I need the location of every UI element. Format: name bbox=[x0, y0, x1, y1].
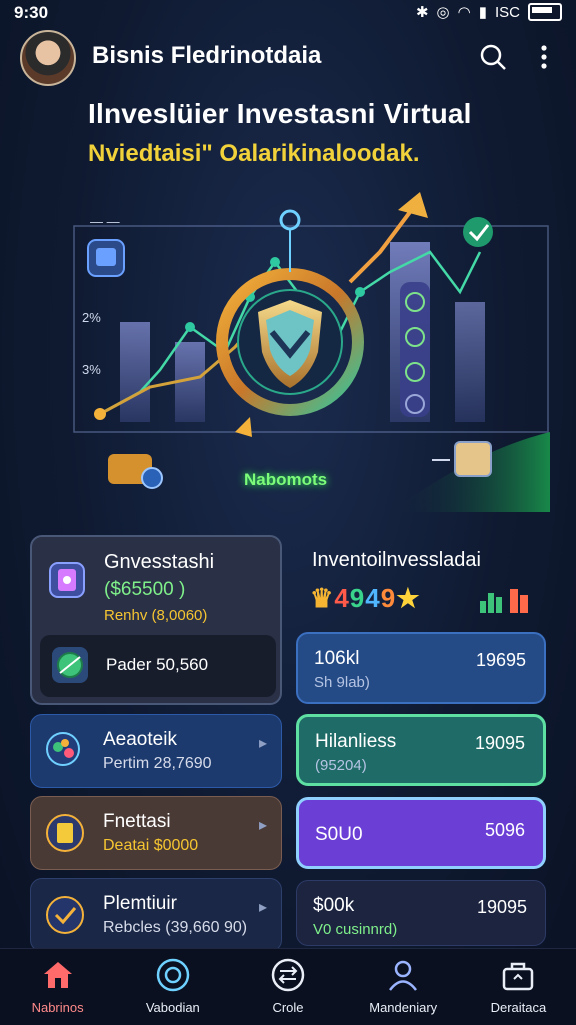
summary-inner-row[interactable]: Pader 50,560 bbox=[40, 635, 276, 697]
hero-tick-top: — — bbox=[90, 214, 120, 229]
asset-card-1-sub: Pertim 28,7690 bbox=[103, 755, 212, 772]
nav-label-exchange: Crole bbox=[272, 1000, 304, 1015]
bottom-nav: Nabrinos Vabodian Crole Mandeniary Derai… bbox=[0, 948, 576, 1025]
nav-item-target[interactable]: Vabodian bbox=[115, 949, 230, 1025]
hero-illustration: — — 2% 3% Nabomots bbox=[60, 192, 550, 512]
asset-card-1[interactable]: Aeaoteik Pertim 28,7690 ▸ bbox=[30, 714, 282, 788]
summary-sub: Renhv (8,0060) bbox=[104, 607, 208, 624]
portfolio-header: Inventoilnvessladai ♛4949★ bbox=[296, 535, 556, 625]
signal-text: ISC bbox=[494, 3, 520, 21]
chevron-right-icon: ▸ bbox=[258, 735, 267, 752]
investment-summary-card[interactable]: Gnvesstashi ($65500 ) Renhv (8,0060) Pad… bbox=[30, 535, 282, 705]
asset-card-2[interactable]: Fnettasi Deatai $0000 ▸ bbox=[30, 796, 282, 870]
holding-card-1-sub: Sh 9lab) bbox=[314, 674, 370, 691]
holding-card-3[interactable]: S0U0 5096 bbox=[296, 797, 546, 869]
hero-label: Nabomots bbox=[244, 470, 328, 489]
signal-icon: ▮ bbox=[478, 4, 487, 21]
chevron-right-icon: ▸ bbox=[258, 817, 267, 834]
star-icon: ★ bbox=[396, 583, 421, 613]
avatar[interactable] bbox=[20, 30, 76, 86]
alarm-icon: ◎ bbox=[436, 4, 450, 21]
person-icon bbox=[389, 960, 418, 991]
status-bar: 9:30 ✱ ◎ ◠ ▮ ISC bbox=[0, 0, 576, 26]
globe-icon bbox=[50, 645, 90, 685]
holding-card-4[interactable]: $00k V0 cusinnrd) 19095 bbox=[296, 880, 546, 946]
app-title: Bisnis Fledrinotdaia bbox=[92, 42, 322, 69]
nav-item-home[interactable]: Nabrinos bbox=[0, 949, 115, 1025]
holding-card-4-title: $00k bbox=[313, 895, 355, 916]
briefcase-icon bbox=[503, 962, 534, 991]
nav-label-home: Nabrinos bbox=[31, 1000, 84, 1015]
search-icon bbox=[480, 44, 506, 70]
asset-card-3-sub: Rebcles (39,660 90) bbox=[103, 919, 248, 936]
home-icon bbox=[43, 962, 72, 988]
bluetooth-icon: ✱ bbox=[415, 4, 429, 21]
page-headline: Ilnveslüier Investasni Virtual bbox=[88, 98, 472, 129]
asset-card-2-title: Fnettasi bbox=[103, 811, 171, 832]
holding-card-3-title: S0U0 bbox=[315, 824, 363, 845]
more-vertical-icon bbox=[541, 45, 547, 69]
trophy-icon: ♛ bbox=[310, 583, 335, 613]
battery-icon bbox=[528, 3, 562, 21]
hero-graphic bbox=[73, 192, 550, 512]
hero-tick-1: 2% bbox=[82, 310, 101, 325]
portfolio-code: ♛4949★ bbox=[310, 583, 421, 613]
wifi-icon: ◠ bbox=[457, 4, 471, 21]
check-badge-icon bbox=[43, 893, 87, 937]
nav-item-profile[interactable]: Mandeniary bbox=[346, 949, 461, 1025]
nav-label-briefcase: Deraitaca bbox=[490, 1000, 547, 1015]
asset-card-1-title: Aeaoteik bbox=[103, 729, 177, 750]
status-icons: ✱ ◎ ◠ ▮ ISC bbox=[416, 3, 562, 21]
holding-card-1-title: 106kl bbox=[314, 648, 360, 669]
nav-item-exchange[interactable]: Crole bbox=[230, 949, 345, 1025]
status-time: 9:30 bbox=[14, 3, 49, 22]
summary-amount: ($65500 ) bbox=[104, 579, 186, 600]
summary-inner-text: Pader 50,560 bbox=[106, 655, 209, 674]
holding-card-2[interactable]: Hilanliess (95204) 19095 bbox=[296, 714, 546, 786]
hero-tick-2: 3% bbox=[82, 362, 101, 377]
portfolio-title: Inventoilnvessladai bbox=[312, 549, 481, 571]
exchange-icon bbox=[271, 958, 305, 992]
holding-card-1-value: 19695 bbox=[475, 650, 526, 670]
holding-card-3-value: 5096 bbox=[484, 820, 525, 840]
asset-card-3-title: Plemtiuir bbox=[103, 893, 177, 914]
document-icon bbox=[43, 811, 87, 855]
holding-card-2-title: Hilanliess bbox=[315, 731, 397, 752]
nav-item-briefcase[interactable]: Deraitaca bbox=[461, 949, 576, 1025]
asset-card-3[interactable]: Plemtiuir Rebcles (39,660 90) ▸ bbox=[30, 878, 282, 952]
chevron-right-icon: ▸ bbox=[258, 899, 267, 916]
holding-card-4-sub: V0 cusinnrd) bbox=[313, 921, 398, 938]
holding-card-2-sub: (95204) bbox=[315, 757, 367, 774]
page-subheadline: Nviedtaisi" Oalarikinaloodak. bbox=[88, 140, 420, 167]
asset-card-2-sub: Deatai $0000 bbox=[103, 837, 199, 854]
search-button[interactable] bbox=[478, 42, 508, 72]
holding-card-4-value: 19095 bbox=[476, 897, 527, 917]
more-menu-button[interactable] bbox=[536, 42, 552, 72]
nav-label-profile: Mandeniary bbox=[369, 1000, 438, 1015]
coins-icon bbox=[43, 729, 87, 773]
target-icon bbox=[156, 958, 190, 992]
summary-title: Gnvesstashi bbox=[104, 551, 215, 573]
nav-label-target: Vabodian bbox=[145, 1000, 200, 1015]
holding-card-2-value: 19095 bbox=[474, 733, 525, 753]
holding-card-1[interactable]: 106kl Sh 9lab) 19695 bbox=[296, 632, 546, 704]
wallet-icon bbox=[46, 557, 92, 603]
bar-chart-icon bbox=[480, 589, 528, 613]
app-header: Bisnis Fledrinotdaia bbox=[0, 30, 576, 86]
